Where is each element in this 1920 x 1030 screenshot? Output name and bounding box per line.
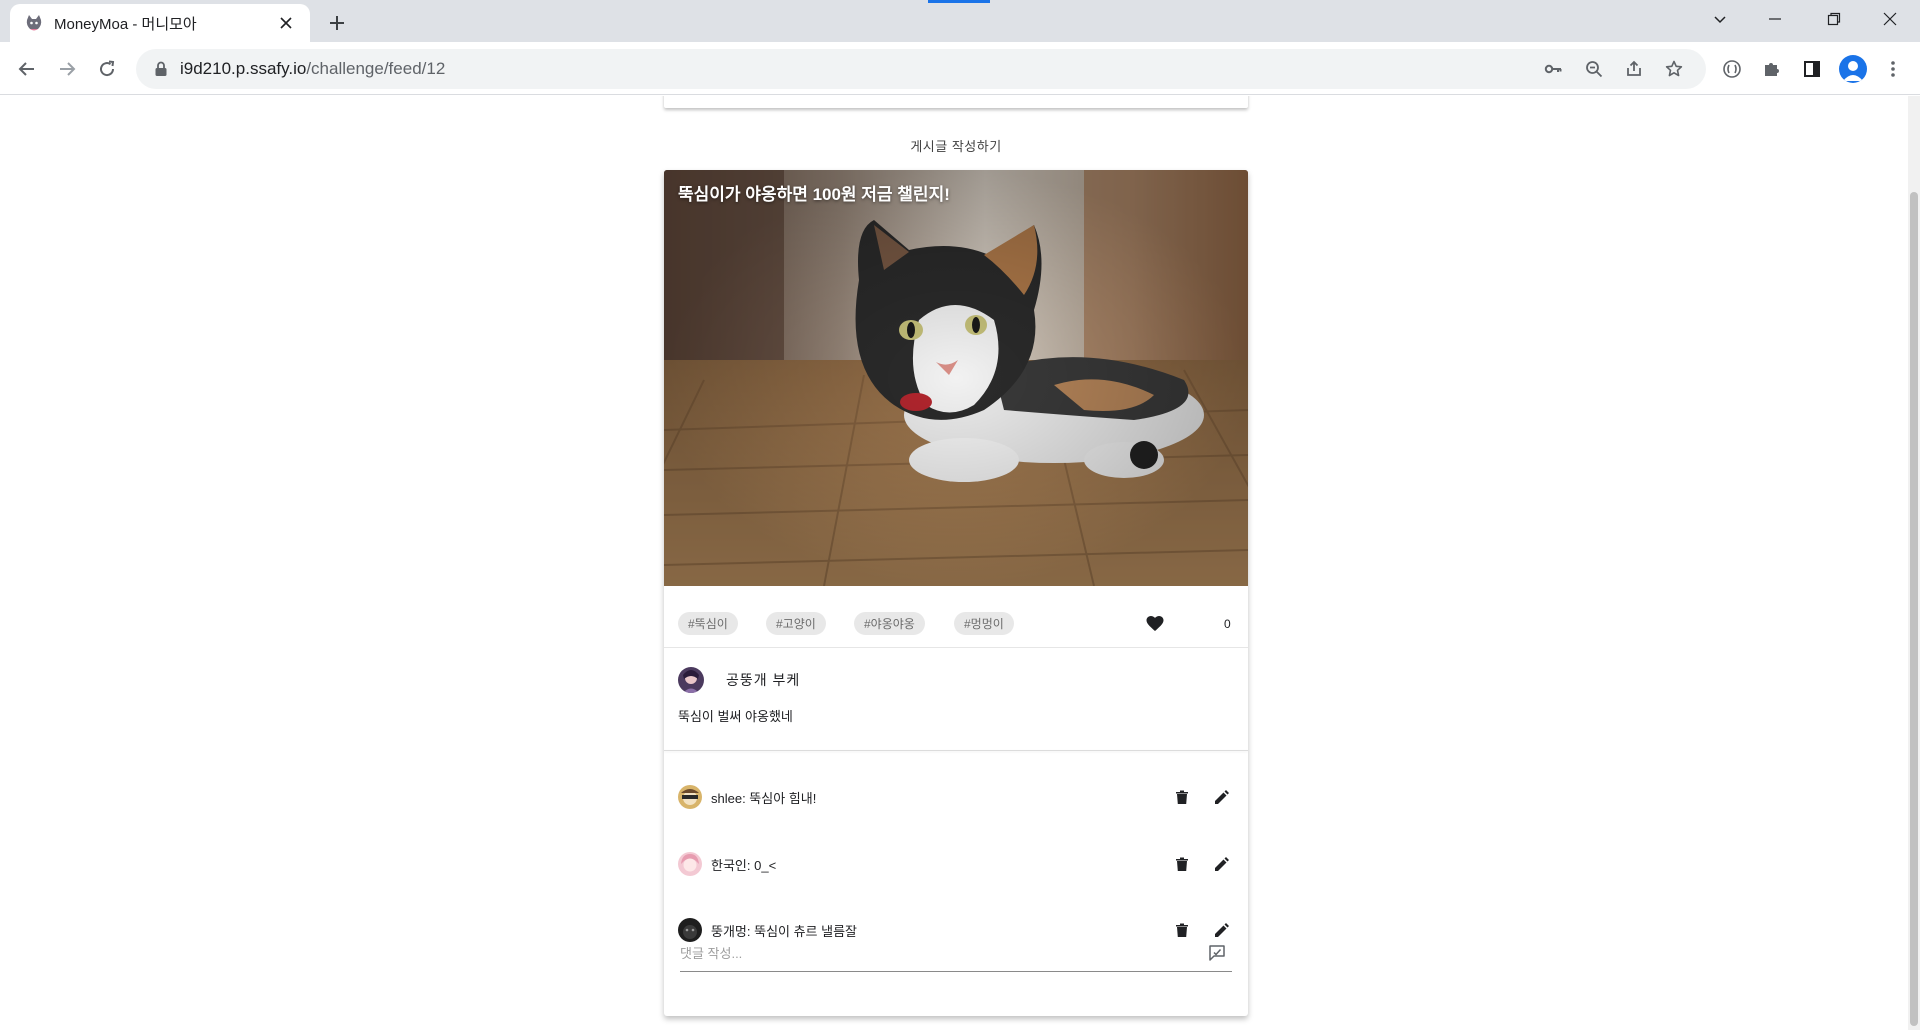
reload-button[interactable] xyxy=(90,52,124,86)
url-path: /challenge/feed/12 xyxy=(306,59,446,78)
tab-strip-accent xyxy=(928,0,990,3)
previous-post-card xyxy=(664,96,1248,108)
minimize-button[interactable] xyxy=(1747,0,1802,38)
post-title: 뚝심이가 야옹하면 100원 저금 챌린지! xyxy=(678,185,950,204)
zoom-out-icon[interactable] xyxy=(1581,56,1607,82)
post-card: 뚝심이가 야옹하면 100원 저금 챌린지! #뚝심이 #고양이 #야옹야옹 #… xyxy=(664,170,1248,1016)
trash-icon xyxy=(1176,790,1188,804)
comment-send-icon[interactable] xyxy=(1206,942,1228,964)
tag-chip[interactable]: #야옹야옹 xyxy=(854,612,925,635)
delete-comment-button[interactable] xyxy=(1170,785,1194,809)
tag-chip[interactable]: #뚝심이 xyxy=(678,612,738,635)
tag-chip[interactable]: #멍멍이 xyxy=(954,612,1014,635)
scrollbar[interactable] xyxy=(1908,96,1920,1030)
heart-icon[interactable] xyxy=(1144,613,1166,635)
plus-icon xyxy=(330,16,344,30)
tab-search-button[interactable] xyxy=(1692,0,1747,38)
url-host: i9d210.p.ssafy.io xyxy=(180,59,307,78)
star-icon[interactable] xyxy=(1661,56,1687,82)
edit-comment-button[interactable] xyxy=(1210,785,1234,809)
page-viewport: 게시글 작성하기 뚝심이가 야옹하면 100원 저금 챌린지! #뚝심이 #고양… xyxy=(0,96,1920,1030)
side-panel-button[interactable] xyxy=(1795,52,1829,86)
extension-icon xyxy=(1723,60,1741,78)
url-text[interactable]: i9d210.p.ssafy.io/challenge/feed/12 xyxy=(180,59,445,79)
comment-item: shlee: 뚝심아 힘내! xyxy=(678,783,1234,811)
comment-text: 한국인: 0_< xyxy=(711,857,777,873)
back-button[interactable] xyxy=(10,52,44,86)
write-post-link[interactable]: 게시글 작성하기 xyxy=(664,136,1248,155)
comment-input-field xyxy=(680,936,1232,972)
window-close-button[interactable] xyxy=(1862,0,1917,38)
tab-title: MoneyMoa - 머니모아 xyxy=(54,15,197,33)
close-icon xyxy=(1883,12,1896,26)
trash-icon xyxy=(1176,857,1188,871)
restore-icon xyxy=(1827,12,1840,26)
extensions-menu-button[interactable] xyxy=(1755,52,1789,86)
avatar[interactable] xyxy=(678,667,704,693)
forward-button[interactable] xyxy=(50,52,84,86)
post-author: 공뚱개 부케 xyxy=(678,667,800,693)
minimize-icon xyxy=(1768,18,1781,20)
close-icon[interactable] xyxy=(276,13,296,33)
chevron-down-icon xyxy=(1713,16,1726,24)
cat-favicon-icon xyxy=(24,13,44,33)
post-body: 뚝심이 벌써 야옹했네 xyxy=(678,709,793,724)
restore-button[interactable] xyxy=(1806,0,1861,38)
forward-icon xyxy=(60,62,76,76)
new-tab-button[interactable] xyxy=(322,8,352,38)
comment-item: 한국인: 0_< xyxy=(678,850,1234,878)
browser-toolbar: i9d210.p.ssafy.io/challenge/feed/12 xyxy=(0,42,1920,95)
trash-icon xyxy=(1176,923,1188,937)
kebab-menu-icon xyxy=(1891,61,1895,77)
delete-comment-button[interactable] xyxy=(1170,852,1194,876)
browser-menu-button[interactable] xyxy=(1876,52,1910,86)
like-count: 0 xyxy=(1224,617,1231,631)
tab-strip: MoneyMoa - 머니모아 xyxy=(0,0,1920,42)
comment-input[interactable] xyxy=(680,942,1180,964)
sidebar-icon xyxy=(1804,61,1820,77)
profile-avatar-button[interactable] xyxy=(1839,55,1867,83)
pencil-icon xyxy=(1215,857,1229,871)
address-bar[interactable]: i9d210.p.ssafy.io/challenge/feed/12 xyxy=(136,49,1706,89)
author-name: 공뚱개 부케 xyxy=(726,672,801,688)
divider xyxy=(664,750,1248,751)
reload-icon xyxy=(100,60,115,77)
browser-tab[interactable]: MoneyMoa - 머니모아 xyxy=(10,4,310,42)
back-icon xyxy=(18,62,34,76)
scrollbar-thumb[interactable] xyxy=(1910,192,1918,1026)
tags-row: #뚝심이 #고양이 #야옹야옹 #멍멍이 0 xyxy=(664,586,1248,648)
comment-text: shlee: 뚝심아 힘내! xyxy=(711,790,817,806)
edit-comment-button[interactable] xyxy=(1210,852,1234,876)
key-icon[interactable] xyxy=(1540,56,1566,82)
post-image: 뚝심이가 야옹하면 100원 저금 챌린지! xyxy=(664,170,1248,586)
extension-button[interactable] xyxy=(1715,52,1749,86)
puzzle-icon xyxy=(1765,63,1779,76)
pencil-icon xyxy=(1215,790,1229,804)
lock-icon[interactable] xyxy=(150,58,172,80)
tag-chip[interactable]: #고양이 xyxy=(766,612,826,635)
avatar[interactable] xyxy=(678,852,702,876)
share-icon[interactable] xyxy=(1621,56,1647,82)
pencil-icon xyxy=(1215,923,1229,937)
avatar[interactable] xyxy=(678,785,702,809)
